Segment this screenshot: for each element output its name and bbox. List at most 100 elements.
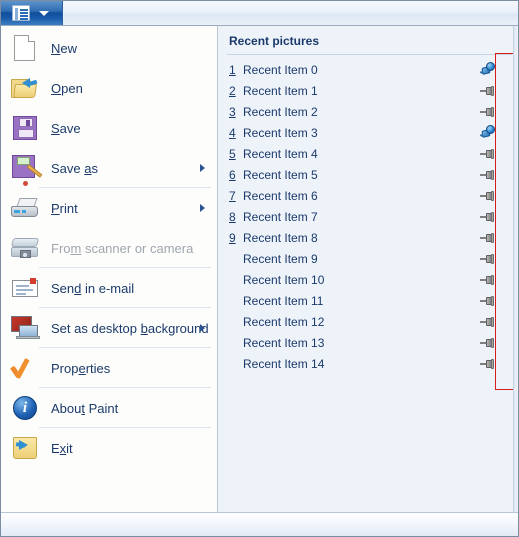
pushpin-unpinned-icon[interactable] <box>480 230 496 245</box>
recent-item-row[interactable]: Recent Item 9 <box>219 248 518 269</box>
pushpin-unpinned-icon[interactable] <box>480 146 496 161</box>
recent-item-label: Recent Item 8 <box>243 230 318 245</box>
pushpin-unpinned-icon[interactable] <box>480 188 496 203</box>
recent-item-row[interactable]: Recent Item 13 <box>219 332 518 353</box>
recent-item-number: 7 <box>229 188 236 203</box>
recent-item-row[interactable]: 8 Recent Item 7 <box>219 206 518 227</box>
new-document-icon <box>9 32 41 64</box>
recent-item-row[interactable]: 9 Recent Item 8 <box>219 227 518 248</box>
menu-item-save[interactable]: Save <box>1 108 217 148</box>
recent-item-label: Recent Item 4 <box>243 146 318 161</box>
open-folder-icon <box>9 72 41 104</box>
menu-item-label: About Paint <box>51 400 119 416</box>
pushpin-unpinned-icon[interactable] <box>480 83 496 98</box>
recent-item-label: Recent Item 6 <box>243 188 318 203</box>
pushpin-unpinned-icon[interactable] <box>480 272 496 287</box>
pushpin-pinned-icon[interactable] <box>479 62 496 77</box>
recent-item-row[interactable]: 7 Recent Item 6 <box>219 185 518 206</box>
recent-pictures-title: Recent pictures <box>229 34 320 48</box>
recent-item-number: 3 <box>229 104 236 119</box>
exit-folder-icon <box>9 432 41 464</box>
info-circle-icon: i <box>9 392 41 424</box>
menu-item-properties[interactable]: Properties <box>1 348 217 388</box>
pushpin-unpinned-icon[interactable] <box>480 356 496 371</box>
recent-item-row[interactable]: 4 Recent Item 3 <box>219 122 518 143</box>
recent-item-row[interactable]: Recent Item 12 <box>219 311 518 332</box>
pushpin-pinned-icon[interactable] <box>479 125 496 140</box>
file-menu-panel: New Open Save Save as Print From scanner… <box>1 26 218 512</box>
floppy-disk-icon <box>9 112 41 144</box>
recent-item-label: Recent Item 10 <box>243 272 325 287</box>
recent-item-label: Recent Item 3 <box>243 125 318 140</box>
pushpin-unpinned-icon[interactable] <box>480 167 496 182</box>
submenu-arrow-icon <box>200 204 205 212</box>
menu-item-exit[interactable]: Exit <box>1 428 217 468</box>
title-bar <box>1 1 518 26</box>
menu-item-new[interactable]: New <box>1 28 217 68</box>
recent-item-label: Recent Item 11 <box>243 293 324 308</box>
printer-icon <box>9 192 41 224</box>
menu-item-send-in-email[interactable]: Send in e-mail <box>1 268 217 308</box>
recent-item-row[interactable]: 5 Recent Item 4 <box>219 143 518 164</box>
recent-item-row[interactable]: 3 Recent Item 2 <box>219 101 518 122</box>
orange-check-icon <box>9 352 41 384</box>
menu-document-icon <box>12 5 30 21</box>
menu-item-print[interactable]: Print <box>1 188 217 228</box>
recent-item-number: 9 <box>229 230 236 245</box>
menu-item-save-as[interactable]: Save as <box>1 148 217 188</box>
recent-item-row[interactable]: 2 Recent Item 1 <box>219 80 518 101</box>
submenu-arrow-icon <box>200 164 205 172</box>
recent-item-label: Recent Item 2 <box>243 104 318 119</box>
recent-item-number: 5 <box>229 146 236 161</box>
pushpin-unpinned-icon[interactable] <box>480 251 496 266</box>
recent-item-row[interactable]: Recent Item 10 <box>219 269 518 290</box>
menu-item-label: Print <box>51 200 78 216</box>
recent-item-label: Recent Item 13 <box>243 335 325 350</box>
menu-item-set-as-desktop-background[interactable]: Set as desktop background <box>1 308 217 348</box>
file-menu-list: New Open Save Save as Print From scanner… <box>1 26 217 468</box>
recent-pictures-divider <box>227 54 512 55</box>
save-as-icon <box>9 152 43 186</box>
pushpin-unpinned-icon[interactable] <box>480 293 496 308</box>
menu-item-about-paint[interactable]: i About Paint <box>1 388 217 428</box>
window-footer <box>1 512 518 536</box>
recent-item-label: Recent Item 12 <box>243 314 325 329</box>
scanner-icon <box>9 232 41 264</box>
recent-item-label: Recent Item 14 <box>243 356 325 371</box>
pushpin-unpinned-icon[interactable] <box>480 104 496 119</box>
recent-item-number: 6 <box>229 167 236 182</box>
menu-item-label: From scanner or camera <box>51 240 194 256</box>
recent-item-number: 8 <box>229 209 236 224</box>
recent-item-label: Recent Item 7 <box>243 209 318 224</box>
recent-item-label: Recent Item 5 <box>243 167 318 182</box>
pushpin-unpinned-icon[interactable] <box>480 335 496 350</box>
menu-item-label: Open <box>51 80 83 96</box>
desktop-monitor-icon <box>9 312 41 344</box>
menu-item-label: Exit <box>51 440 73 456</box>
submenu-arrow-icon <box>200 324 205 332</box>
recent-pictures-list: 1 Recent Item 0 2 Recent Item 1 3 Recent Item… <box>219 59 518 374</box>
envelope-icon <box>9 272 41 304</box>
chevron-down-icon[interactable] <box>39 11 49 16</box>
recent-item-number: 2 <box>229 83 236 98</box>
recent-item-label: Recent Item 9 <box>243 251 318 266</box>
menu-item-label: Send in e-mail <box>51 280 135 296</box>
recent-item-number: 4 <box>229 125 236 140</box>
paint-file-menu-window: New Open Save Save as Print From scanner… <box>0 0 519 537</box>
application-menu-button[interactable] <box>1 1 63 25</box>
menu-item-label: Set as desktop background <box>51 320 209 336</box>
pushpin-unpinned-icon[interactable] <box>480 209 496 224</box>
recent-item-row[interactable]: Recent Item 11 <box>219 290 518 311</box>
menu-item-label: New <box>51 40 78 56</box>
recent-item-row[interactable]: Recent Item 14 <box>219 353 518 374</box>
menu-item-open[interactable]: Open <box>1 68 217 108</box>
recent-item-row[interactable]: 6 Recent Item 5 <box>219 164 518 185</box>
recent-item-row[interactable]: 1 Recent Item 0 <box>219 59 518 80</box>
scroll-gutter[interactable] <box>513 26 518 512</box>
recent-item-label: Recent Item 1 <box>243 83 318 98</box>
menu-item-label: Save <box>51 120 81 136</box>
pushpin-unpinned-icon[interactable] <box>480 314 496 329</box>
menu-item-label: Save as <box>51 160 98 176</box>
menu-item-from-scanner-or-camera: From scanner or camera <box>1 228 217 268</box>
recent-pictures-panel: Recent pictures 1 Recent Item 0 2 Recent It… <box>219 26 518 512</box>
